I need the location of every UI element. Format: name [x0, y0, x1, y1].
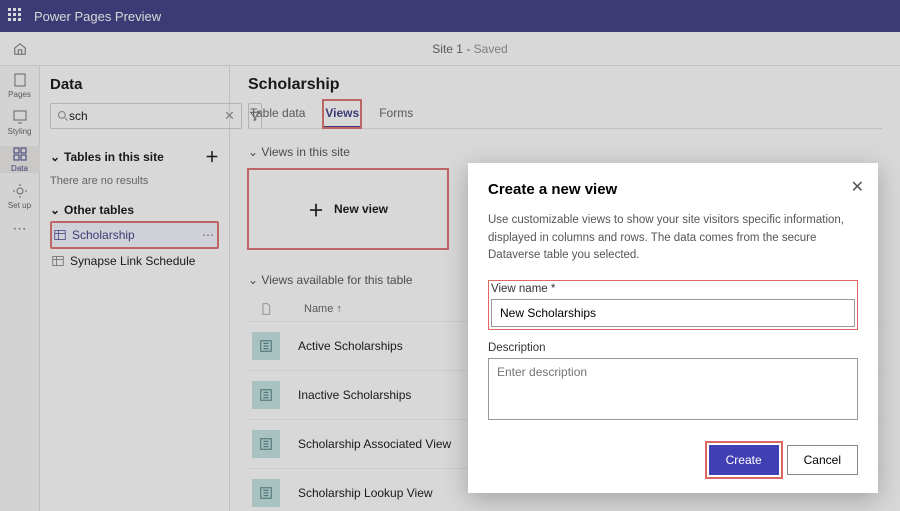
- description-label: Description: [488, 342, 858, 354]
- view-name-label: View name *: [491, 283, 855, 295]
- create-button[interactable]: Create: [709, 445, 779, 475]
- cancel-button[interactable]: Cancel: [787, 445, 858, 475]
- dialog-title: Create a new view: [488, 181, 858, 198]
- description-input[interactable]: [488, 358, 858, 420]
- create-view-dialog: ✕ Create a new view Use customizable vie…: [468, 163, 878, 493]
- view-name-input[interactable]: [491, 299, 855, 327]
- dialog-body: Use customizable views to show your site…: [488, 212, 858, 264]
- close-icon[interactable]: ✕: [851, 177, 864, 197]
